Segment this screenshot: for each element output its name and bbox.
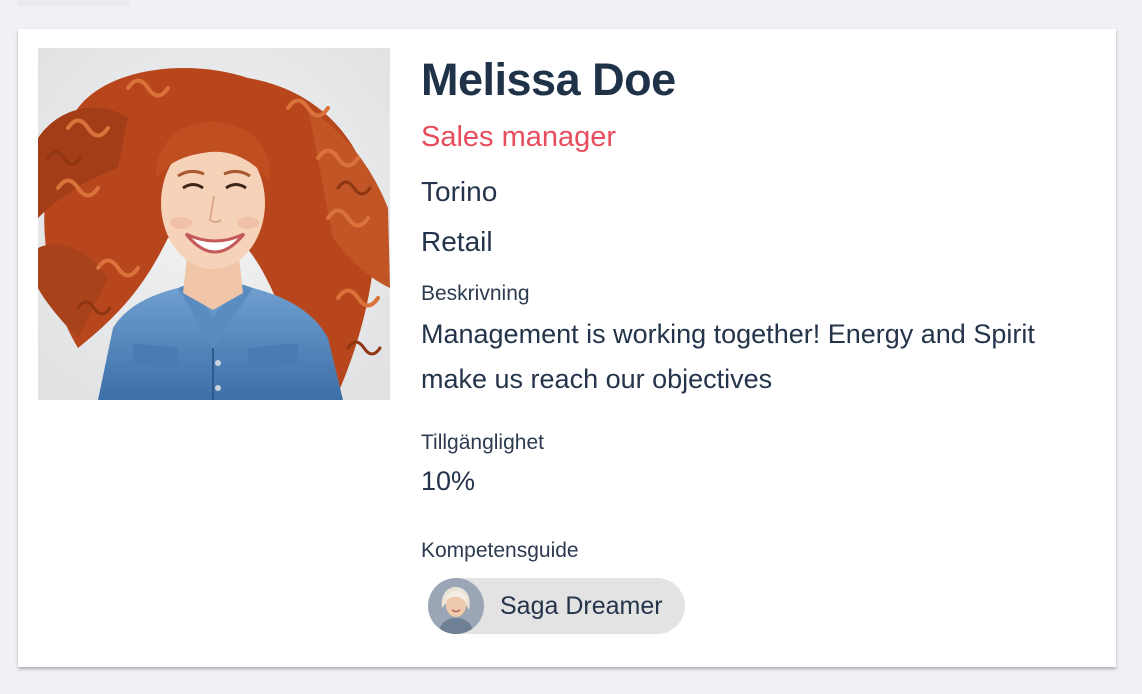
guide-label: Kompetensguide [421,539,579,562]
top-strip [18,0,130,6]
profile-city: Torino [421,176,498,207]
description-text: Management is working together! Energy a… [421,319,1035,394]
availability-value: 10% [421,466,476,496]
guide-avatar [428,578,484,634]
profile-role: Sales manager [421,121,617,153]
guide-name: Saga Dreamer [500,591,663,620]
guide-chip[interactable]: Saga Dreamer [428,578,685,634]
profile-card: Melissa Doe Sales manager Torino Retail … [18,29,1116,667]
profile-industry: Retail [421,226,493,257]
profile-name: Melissa Doe [421,54,676,105]
availability-label: Tillgänglighet [421,431,544,454]
profile-photo [38,48,390,400]
description-label: Beskrivning [421,282,530,305]
